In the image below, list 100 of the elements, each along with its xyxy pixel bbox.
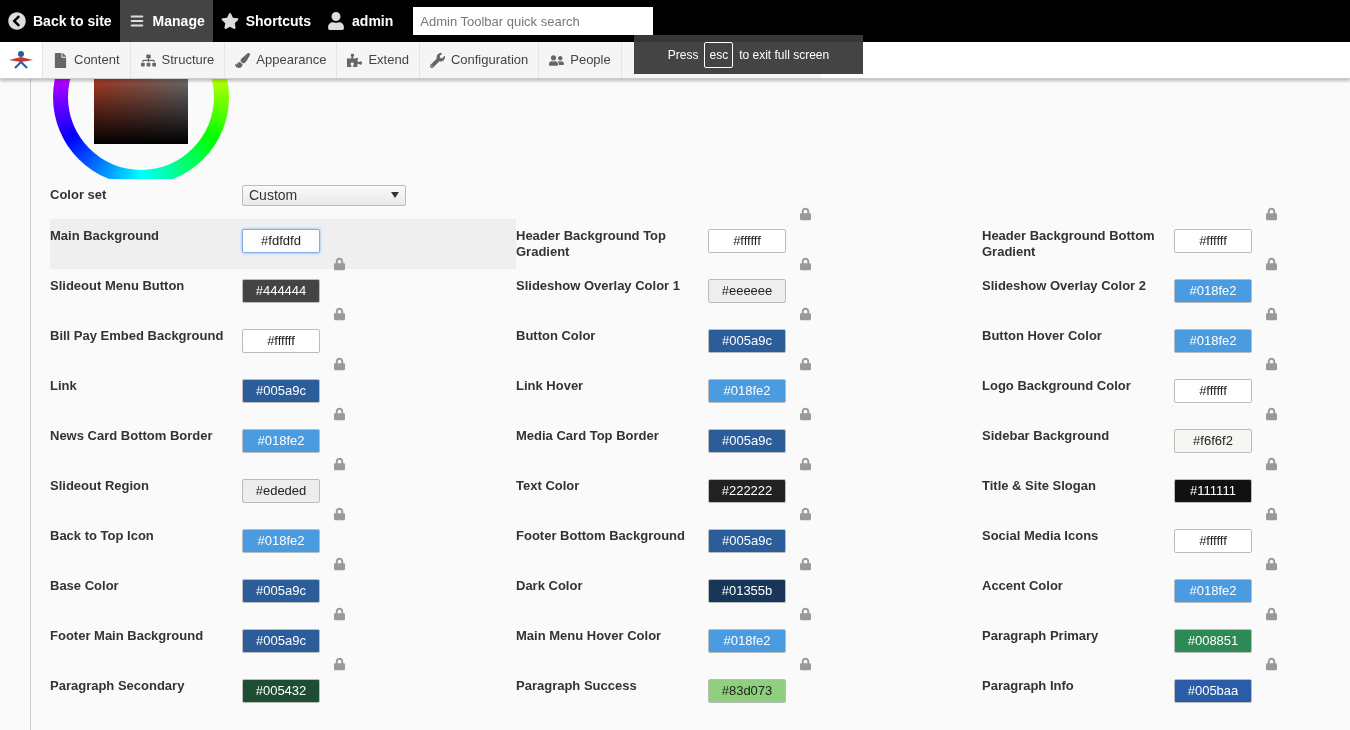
lock-icon[interactable] (1266, 407, 1277, 421)
field-label: Paragraph Secondary (50, 678, 186, 694)
color-input[interactable]: #fdfdfd (242, 228, 320, 253)
color-input[interactable]: #222222 (708, 478, 786, 503)
lock-icon[interactable] (1266, 207, 1277, 221)
menu-item[interactable]: People (538, 42, 621, 78)
lock-icon[interactable] (800, 407, 811, 421)
color-input[interactable]: #005a9c (708, 528, 786, 553)
color-input[interactable]: #005a9c (708, 328, 786, 353)
lock-icon[interactable] (1266, 257, 1277, 271)
field-label: Bill Pay Embed Background (50, 328, 225, 344)
toolbar-tab[interactable]: Shortcuts (212, 0, 320, 42)
lock-icon[interactable] (334, 657, 345, 671)
field-label: Footer Bottom Background (516, 528, 686, 544)
color-set-dropdown[interactable]: Custom (242, 184, 406, 206)
document-icon (53, 52, 68, 68)
color-input[interactable]: #111111 (1174, 478, 1252, 503)
menu-item[interactable]: Configuration (418, 42, 539, 78)
field-label: Title & Site Slogan (982, 478, 1097, 494)
color-input[interactable]: #005a9c (242, 628, 320, 653)
hierarchy-icon (140, 52, 156, 68)
lock-icon[interactable] (800, 507, 811, 521)
field-label: Back to Top Icon (50, 528, 155, 544)
field-label: Media Card Top Border (516, 428, 660, 444)
field-label: Text Color (516, 478, 581, 494)
field-label: Paragraph Info (982, 678, 1075, 694)
color-input[interactable]: #005a9c (242, 578, 320, 603)
menu-item[interactable]: Appearance (224, 42, 337, 78)
color-input[interactable]: #005a9c (708, 428, 786, 453)
notice-text: Press (667, 46, 699, 64)
search-field[interactable]: Admin Toolbar quick search (413, 7, 654, 35)
color-input[interactable]: #005432 (242, 678, 320, 703)
field-label: Header Background Top Gradient (516, 228, 667, 260)
lock-icon[interactable] (800, 357, 811, 371)
field-label: Button Hover Color (982, 328, 1103, 344)
toolbar-tab[interactable]: Manage (119, 0, 213, 42)
color-input[interactable]: #83d073 (708, 678, 786, 703)
lock-icon[interactable] (1266, 457, 1277, 471)
menu-item[interactable]: Structure (129, 42, 225, 78)
lock-icon[interactable] (800, 607, 811, 621)
field-label: News Card Bottom Border (50, 428, 214, 444)
lock-icon[interactable] (800, 557, 811, 571)
lock-icon[interactable] (1266, 507, 1277, 521)
toolbar-tab[interactable]: admin (319, 0, 402, 42)
color-set-label: Color set (50, 186, 108, 205)
field-label: Header Background Bottom Gradient (982, 228, 1156, 260)
lock-icon[interactable] (800, 307, 811, 321)
lock-icon[interactable] (800, 457, 811, 471)
field-label: Link Hover (516, 378, 585, 394)
color-input[interactable]: #444444 (242, 278, 320, 303)
color-input[interactable]: #ffffff (708, 228, 786, 253)
field-label: Footer Main Background (50, 628, 205, 644)
lock-icon[interactable] (334, 307, 345, 321)
toolbar-tab[interactable]: Back to site (0, 0, 120, 42)
user-icon (327, 12, 346, 30)
color-input[interactable]: #01355b (708, 578, 786, 603)
lock-icon[interactable] (334, 357, 345, 371)
color-input[interactable]: #ededed (242, 478, 320, 503)
color-input[interactable]: #ffffff (242, 328, 320, 353)
field-label: Paragraph Primary (982, 628, 1100, 644)
field-label: Logo Background Color (982, 378, 1132, 394)
field-label: Sidebar Background (982, 428, 1111, 444)
lock-icon[interactable] (800, 657, 811, 671)
lock-icon[interactable] (1266, 307, 1277, 321)
color-input[interactable]: #f6f6f2 (1174, 428, 1252, 453)
star-icon (220, 12, 239, 30)
color-input[interactable]: #005a9c (242, 378, 320, 403)
menu-item[interactable]: Extend (336, 42, 419, 78)
dropdown-caret-icon (391, 192, 399, 198)
color-input[interactable]: #ffffff (1174, 378, 1252, 403)
people-icon (549, 52, 565, 68)
lock-icon[interactable] (334, 457, 345, 471)
lock-icon[interactable] (800, 207, 811, 221)
color-input[interactable]: #ffffff (1174, 228, 1252, 253)
color-input[interactable]: #008851 (1174, 628, 1252, 653)
lock-icon[interactable] (334, 507, 345, 521)
field-label: Dark Color (516, 578, 584, 594)
field-label: Slideshow Overlay Color 1 (516, 278, 681, 294)
lock-icon[interactable] (334, 607, 345, 621)
field-label: Main Background (50, 228, 161, 244)
lock-icon[interactable] (1266, 657, 1277, 671)
puzzle-icon (347, 52, 363, 68)
field-label: Slideout Region (50, 478, 150, 494)
lock-icon[interactable] (800, 257, 811, 271)
field-label: Link (50, 378, 78, 394)
esc-key: esc (704, 41, 734, 68)
menu-item[interactable]: Content (42, 42, 130, 78)
notice-text: to exit full screen (739, 46, 830, 64)
field-label: Social Media Icons (982, 528, 1100, 544)
color-input[interactable]: #ffffff (1174, 528, 1252, 553)
lock-icon[interactable] (1266, 357, 1277, 371)
back-arrow-icon (8, 12, 26, 30)
lock-icon[interactable] (334, 407, 345, 421)
color-input[interactable]: #eeeeee (708, 278, 786, 303)
lock-icon[interactable] (334, 257, 345, 271)
lock-icon[interactable] (334, 557, 345, 571)
lock-icon[interactable] (1266, 607, 1277, 621)
color-input[interactable]: #005baa (1174, 678, 1252, 703)
lock-icon[interactable] (1266, 557, 1277, 571)
field-label: Paragraph Success (516, 678, 638, 694)
